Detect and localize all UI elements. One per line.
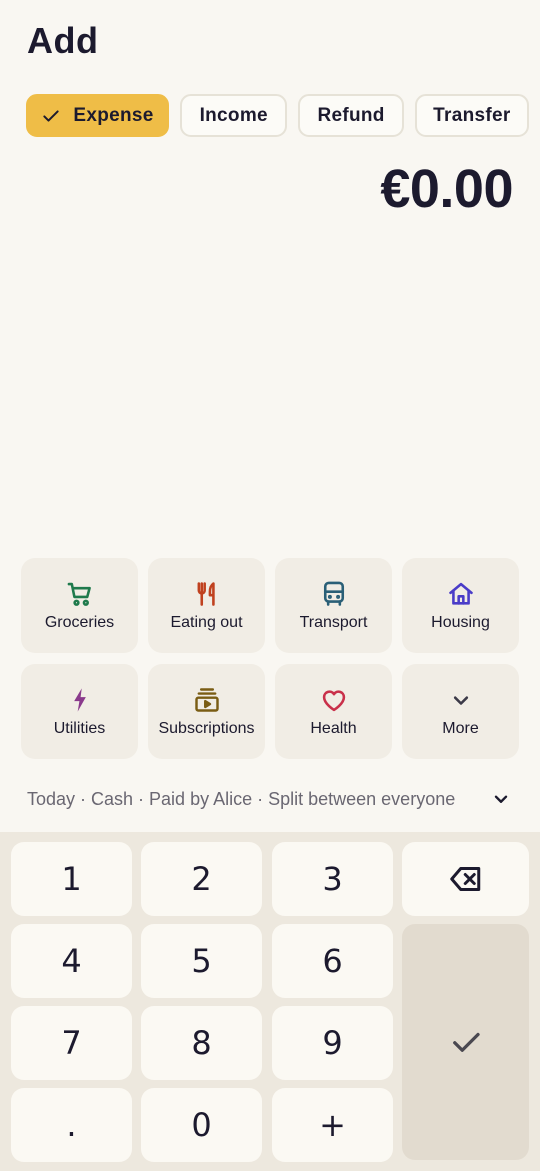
key-5[interactable]: 5 <box>141 924 262 998</box>
key-decimal[interactable]: . <box>11 1088 132 1162</box>
lightning-icon <box>73 687 86 712</box>
house-icon <box>448 582 473 605</box>
cart-icon <box>67 582 91 606</box>
tab-expense[interactable]: Expense <box>26 94 170 137</box>
subscriptions-icon <box>194 687 219 712</box>
category-label: Transport <box>299 613 368 631</box>
tab-transfer[interactable]: Transfer <box>414 94 529 137</box>
category-eating-out[interactable]: Eating out <box>148 558 265 653</box>
tab-label: Income <box>199 104 268 126</box>
fork-knife-icon <box>197 581 215 606</box>
transaction-details-row[interactable]: Today · Cash · Paid by Alice · Split bet… <box>27 788 512 810</box>
category-groceries[interactable]: Groceries <box>21 558 138 653</box>
amount-display: €0.00 <box>380 159 513 219</box>
key-8[interactable]: 8 <box>141 1006 262 1080</box>
chevron-down-icon <box>453 695 468 705</box>
backspace-icon <box>449 867 480 891</box>
category-label: More <box>442 719 479 737</box>
category-label: Health <box>310 719 357 737</box>
tab-label: Expense <box>73 104 154 126</box>
category-grid: Groceries Eating out Transport Housing U… <box>21 558 519 759</box>
key-0[interactable]: 0 <box>141 1088 262 1162</box>
key-1[interactable]: 1 <box>11 842 132 916</box>
tab-label: Transfer <box>433 104 511 126</box>
category-utilities[interactable]: Utilities <box>21 664 138 759</box>
transaction-type-tabs: Expense Income Refund Transfer <box>26 94 529 137</box>
check-icon <box>43 109 60 122</box>
category-transport[interactable]: Transport <box>275 558 392 653</box>
check-icon <box>452 1032 480 1052</box>
tab-refund[interactable]: Refund <box>298 94 404 137</box>
key-2[interactable]: 2 <box>141 842 262 916</box>
category-subscriptions[interactable]: Subscriptions <box>148 664 265 759</box>
submit-button[interactable] <box>402 924 529 1160</box>
chevron-down-icon[interactable] <box>490 788 512 810</box>
category-more[interactable]: More <box>402 664 519 759</box>
key-3[interactable]: 3 <box>272 842 393 916</box>
category-label: Groceries <box>44 613 115 631</box>
key-4[interactable]: 4 <box>11 924 132 998</box>
key-9[interactable]: 9 <box>272 1006 393 1080</box>
tab-income[interactable]: Income <box>180 94 288 137</box>
category-label: Housing <box>431 613 490 631</box>
key-plus[interactable]: + <box>272 1088 393 1162</box>
key-6[interactable]: 6 <box>272 924 393 998</box>
category-health[interactable]: Health <box>275 664 392 759</box>
category-housing[interactable]: Housing <box>402 558 519 653</box>
transaction-details-summary: Today · Cash · Paid by Alice · Split bet… <box>27 788 456 809</box>
numeric-keypad: 1 2 3 4 5 6 7 8 9 . 0 + <box>0 832 540 1171</box>
bus-icon <box>323 581 344 606</box>
key-7[interactable]: 7 <box>11 1006 132 1080</box>
category-label: Subscriptions <box>158 719 255 737</box>
page-title: Add <box>27 20 99 61</box>
tab-label: Refund <box>317 104 385 126</box>
heart-icon <box>322 689 345 711</box>
backspace-key[interactable] <box>402 842 529 916</box>
category-label: Utilities <box>53 719 106 737</box>
category-label: Eating out <box>170 613 243 631</box>
